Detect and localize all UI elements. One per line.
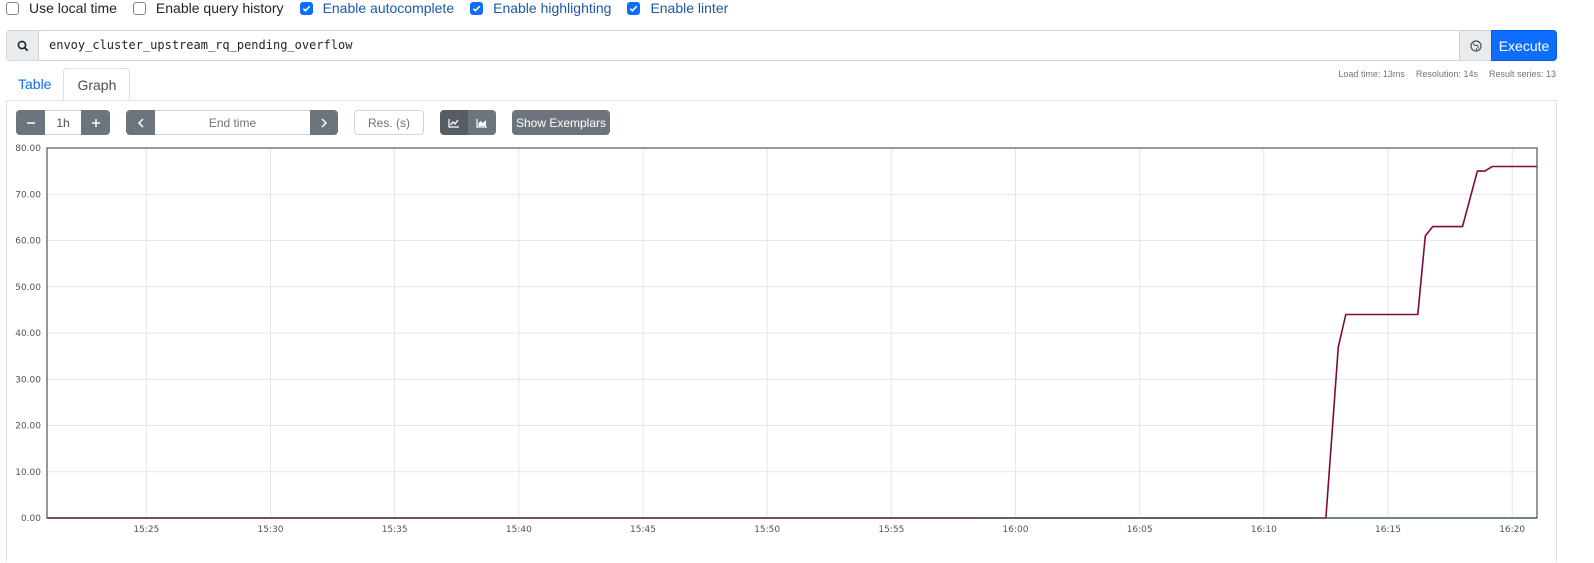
chart-grid	[47, 147, 1537, 519]
x-tick-label: 15:40	[506, 525, 532, 535]
enable-query-history-toggle[interactable]: Enable query history	[132, 0, 284, 16]
time-series-chart: 0.00 10.00 20.00 30.00 40.00 50.00 60.00 70.00 8…	[15, 144, 1538, 535]
enable-query-history-label: Enable query history	[155, 0, 284, 16]
graph-panel: 1h End time Res. (s) Show Exemplars 0.00…	[6, 100, 1557, 562]
enable-highlighting-label: Enable highlighting	[493, 0, 612, 16]
y-tick-label: 60.00	[15, 237, 41, 247]
y-tick-label: 40.00	[15, 329, 41, 339]
query-stats: Load time: 13ms Resolution: 14s Result s…	[1327, 69, 1556, 79]
enable-linter-label: Enable linter	[650, 0, 729, 16]
checkbox-checked-icon[interactable]	[627, 1, 641, 15]
options-row: Use local time Enable query history Enab…	[0, 0, 744, 16]
load-time: Load time: 13ms	[1338, 69, 1405, 79]
result-series: Result series: 13	[1488, 69, 1556, 79]
globe-icon[interactable]	[1459, 31, 1491, 60]
checkbox-icon[interactable]	[6, 1, 19, 15]
y-tick-label: 50.00	[15, 283, 41, 293]
x-tick-label: 16:00	[1003, 525, 1029, 535]
enable-autocomplete-toggle[interactable]: Enable autocomplete	[299, 0, 455, 16]
y-tick-label: 0.00	[21, 514, 41, 524]
enable-highlighting-toggle[interactable]: Enable highlighting	[470, 0, 611, 16]
x-tick-label: 15:50	[754, 525, 780, 535]
tab-table[interactable]: Table	[6, 68, 63, 101]
execute-button[interactable]: Execute	[1491, 30, 1557, 61]
search-icon	[7, 31, 39, 60]
checkbox-icon[interactable]	[132, 1, 146, 15]
use-local-time-toggle[interactable]: Use local time	[0, 0, 117, 16]
checkbox-checked-icon[interactable]	[299, 1, 313, 15]
x-tick-label: 16:20	[1499, 525, 1525, 535]
x-tick-label: 16:15	[1375, 525, 1401, 535]
y-tick-label: 10.00	[15, 468, 41, 478]
enable-autocomplete-label: Enable autocomplete	[322, 0, 455, 16]
checkbox-checked-icon[interactable]	[470, 1, 484, 15]
y-tick-label: 70.00	[15, 190, 41, 200]
expression-input[interactable]: envoy_cluster_upstream_rq_pending_overfl…	[39, 31, 1459, 60]
enable-linter-toggle[interactable]: Enable linter	[627, 0, 728, 16]
y-tick-label: 30.00	[15, 375, 41, 385]
x-tick-label: 15:55	[878, 525, 904, 535]
result-tabs: Table Graph	[6, 68, 131, 102]
y-axis-labels: 0.00 10.00 20.00 30.00 40.00 50.00 60.00 70.00 8…	[15, 144, 41, 524]
x-tick-label: 15:45	[630, 525, 656, 535]
x-tick-label: 15:35	[382, 525, 408, 535]
x-tick-label: 16:05	[1127, 525, 1153, 535]
y-tick-label: 80.00	[15, 144, 41, 154]
query-bar: envoy_cluster_upstream_rq_pending_overfl…	[6, 30, 1557, 61]
tab-graph[interactable]: Graph	[63, 68, 131, 102]
x-tick-label: 15:30	[258, 525, 284, 535]
use-local-time-label: Use local time	[29, 0, 117, 16]
x-tick-label: 16:10	[1251, 525, 1277, 535]
resolution: Resolution: 14s	[1415, 69, 1478, 79]
x-axis-labels: 15:25 15:30 15:35 15:40 15:45 15:50 15:55 16:00…	[133, 525, 1525, 535]
x-tick-label: 15:25	[133, 525, 159, 535]
y-tick-label: 20.00	[15, 422, 41, 432]
